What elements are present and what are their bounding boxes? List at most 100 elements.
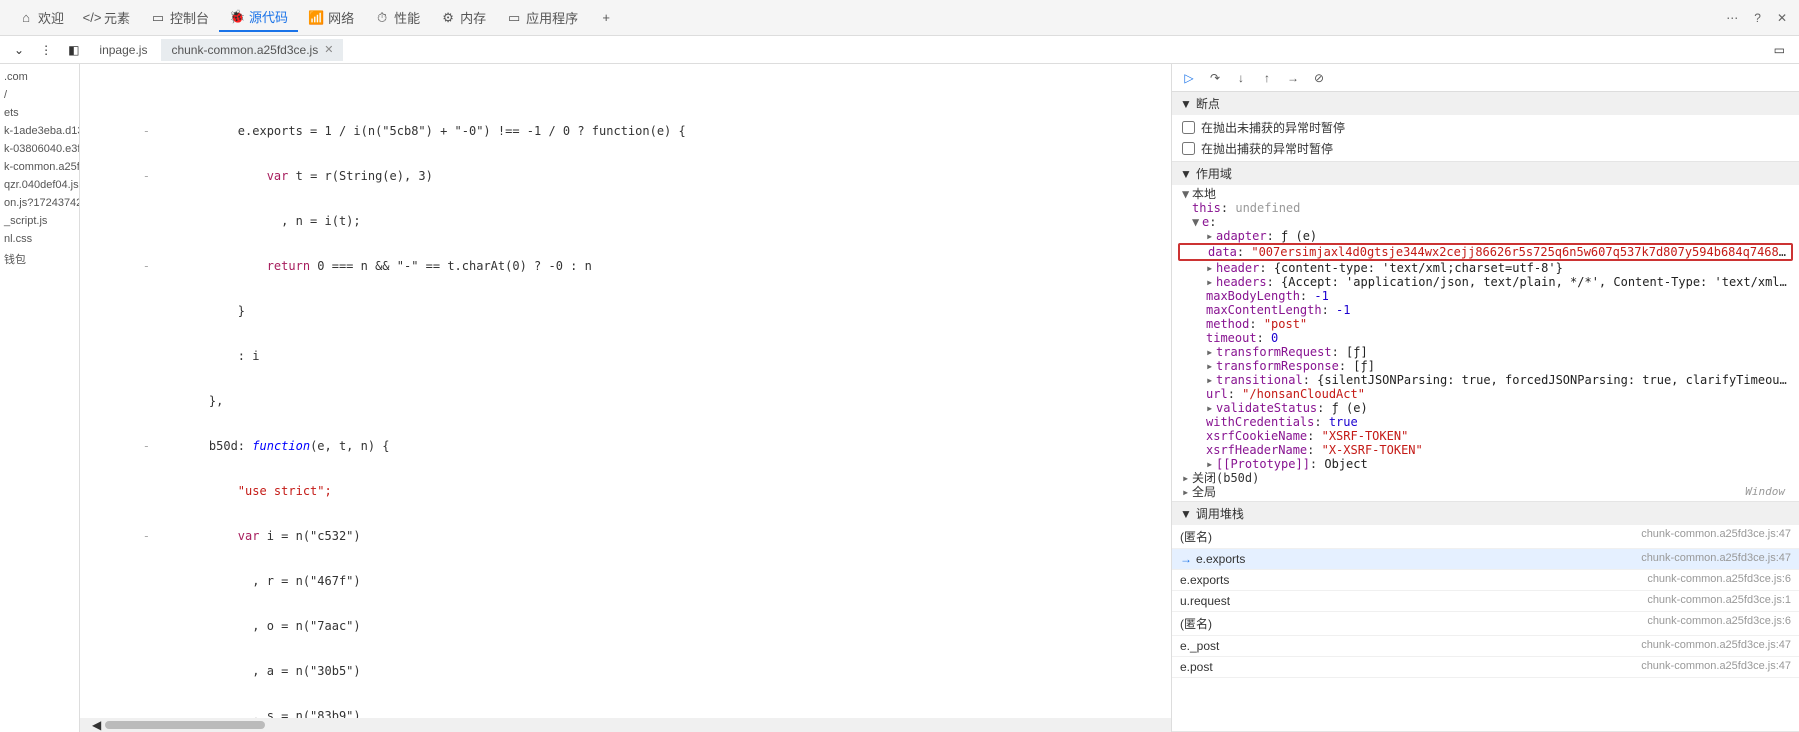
call-frame[interactable]: e._postchunk-common.a25fd3ce.js:47 (1172, 636, 1799, 657)
scope-var[interactable]: timeout: 0 (1178, 331, 1793, 345)
tab-label: 控制台 (170, 8, 209, 27)
tab-label: 性能 (394, 8, 420, 27)
tab-console[interactable]: ▭ 控制台 (140, 4, 219, 31)
tree-item[interactable]: / (0, 86, 79, 104)
tab-label: 内存 (460, 8, 486, 27)
tab-welcome[interactable]: ⌂ 欢迎 (8, 4, 74, 31)
memory-icon: ⚙ (440, 10, 456, 26)
pause-caught-checkbox[interactable] (1182, 142, 1195, 155)
more-vertical-icon[interactable]: ⋮ (34, 41, 58, 59)
close-icon[interactable]: ✕ (324, 43, 333, 56)
tree-item[interactable]: .com (0, 68, 79, 86)
tab-sources[interactable]: 🐞 源代码 (219, 3, 298, 32)
scope-var[interactable]: ▸validateStatus: ƒ (e) (1178, 401, 1793, 415)
sources-icon: 🐞 (229, 9, 245, 25)
file-tab-chunk[interactable]: chunk-common.a25fd3ce.js ✕ (161, 39, 343, 61)
section-title: 作用域 (1196, 165, 1232, 182)
scope-var[interactable]: this: undefined (1178, 201, 1793, 215)
tab-label: 网络 (328, 8, 354, 27)
scope-local[interactable]: ▼本地 (1178, 187, 1793, 201)
chevron-down-icon: ▼ (1180, 507, 1192, 521)
call-frame[interactable]: u.requestchunk-common.a25fd3ce.js:1 (1172, 591, 1799, 612)
panel-icon[interactable]: ◧ (62, 41, 85, 59)
devtools-toolbar: ⌂ 欢迎 </> 元素 ▭ 控制台 🐞 源代码 📶 网络 ⏱ 性能 ⚙ 内存 ▭ (0, 0, 1799, 36)
scope-var[interactable]: xsrfCookieName: "XSRF-TOKEN" (1178, 429, 1793, 443)
tree-item[interactable]: _script.js (0, 212, 79, 230)
chevron-down-icon: ▼ (1180, 167, 1192, 181)
tab-label: 应用程序 (526, 8, 578, 27)
tab-add[interactable]: + (588, 6, 624, 30)
scope-global[interactable]: ▸全局Window (1178, 485, 1793, 499)
debugger-pane: ▷ ↷ ↓ ↑ → ⊘ ▼ 断点 在抛出未捕获的异常时暂停 (1171, 64, 1799, 732)
scope-var[interactable]: xsrfHeaderName: "X-XSRF-TOKEN" (1178, 443, 1793, 457)
file-tree: .com / ets k-1ade3eba.d13 k-03806040.e3f… (0, 64, 80, 732)
scope-var-data[interactable]: data: "007ersimjaxl4d0gtsje344wx2cejj866… (1178, 243, 1793, 261)
scope-var[interactable]: maxContentLength: -1 (1178, 303, 1793, 317)
step-icon[interactable]: → (1282, 67, 1304, 89)
scope-var[interactable]: ▸header: {content-type: 'text/xml;charse… (1178, 261, 1793, 275)
debug-toolbar: ▷ ↷ ↓ ↑ → ⊘ (1172, 64, 1799, 92)
tree-item[interactable]: nl.css (0, 230, 79, 248)
file-tab-label: chunk-common.a25fd3ce.js (171, 43, 318, 57)
call-frame[interactable]: →e.exportschunk-common.a25fd3ce.js:47 (1172, 549, 1799, 570)
scope-var[interactable]: ▸transitional: {silentJSONParsing: true,… (1178, 373, 1793, 387)
tab-performance[interactable]: ⏱ 性能 (364, 4, 430, 31)
resume-icon[interactable]: ▷ (1178, 67, 1200, 89)
tree-item[interactable]: k-common.a25f (0, 158, 79, 176)
pause-uncaught-checkbox[interactable] (1182, 121, 1195, 134)
home-icon: ⌂ (18, 10, 34, 26)
window-label: Window (1745, 485, 1785, 499)
section-title: 断点 (1196, 95, 1220, 112)
wrap-icon[interactable]: ▭ (1768, 41, 1791, 59)
help-icon[interactable]: ? (1750, 7, 1765, 29)
arrow-icon: → (1180, 552, 1192, 566)
scope-closure[interactable]: ▸关闭(b50d) (1178, 471, 1793, 485)
scope-var[interactable]: ▸[[Prototype]]: Object (1178, 457, 1793, 471)
call-frame[interactable]: e.postchunk-common.a25fd3ce.js:47 (1172, 657, 1799, 678)
plus-icon: + (598, 10, 614, 26)
tree-item[interactable]: qzr.040def04.js (0, 176, 79, 194)
chevron-down-icon: ▼ (1180, 97, 1192, 111)
call-frame[interactable]: (匿名)chunk-common.a25fd3ce.js:47 (1172, 525, 1799, 549)
tab-label: 欢迎 (38, 8, 64, 27)
scope-var[interactable]: method: "post" (1178, 317, 1793, 331)
step-into-icon[interactable]: ↓ (1230, 67, 1252, 89)
chevron-down-icon[interactable]: ⌄ (8, 41, 30, 59)
tree-item[interactable]: 钱包 (0, 248, 79, 270)
file-tab-inpage[interactable]: inpage.js (89, 39, 157, 61)
scope-var[interactable]: maxBodyLength: -1 (1178, 289, 1793, 303)
scope-var[interactable]: ▸transformResponse: [ƒ] (1178, 359, 1793, 373)
more-icon[interactable]: ⋯ (1722, 7, 1742, 29)
tree-item[interactable]: k-03806040.e3f (0, 140, 79, 158)
tab-memory[interactable]: ⚙ 内存 (430, 4, 496, 31)
breakpoints-header[interactable]: ▼ 断点 (1172, 92, 1799, 115)
file-tab-label: inpage.js (99, 43, 147, 57)
scope-var[interactable]: ▸adapter: ƒ (e) (1178, 229, 1793, 243)
scope-var[interactable]: withCredentials: true (1178, 415, 1793, 429)
scope-var[interactable]: url: "/honsanCloudAct" (1178, 387, 1793, 401)
tree-item[interactable]: on.js?172437422 (0, 194, 79, 212)
deactivate-icon[interactable]: ⊘ (1308, 67, 1330, 89)
step-over-icon[interactable]: ↷ (1204, 67, 1226, 89)
call-frame[interactable]: (匿名)chunk-common.a25fd3ce.js:6 (1172, 612, 1799, 636)
perf-icon: ⏱ (374, 10, 390, 26)
step-out-icon[interactable]: ↑ (1256, 67, 1278, 89)
scope-var[interactable]: ▸headers: {Accept: 'application/json, te… (1178, 275, 1793, 289)
elements-icon: </> (84, 10, 100, 26)
horizontal-scrollbar[interactable]: ◀ (80, 718, 1171, 732)
close-icon[interactable]: ✕ (1773, 7, 1791, 29)
scope-header[interactable]: ▼ 作用域 (1172, 162, 1799, 185)
scope-var[interactable]: ▼e: (1178, 215, 1793, 229)
tab-network[interactable]: 📶 网络 (298, 4, 364, 31)
callstack-header[interactable]: ▼ 调用堆栈 (1172, 502, 1799, 525)
call-frame[interactable]: e.exportschunk-common.a25fd3ce.js:6 (1172, 570, 1799, 591)
console-icon: ▭ (150, 10, 166, 26)
code-editor[interactable]: - e.exports = 1 / i(n("5cb8") + "-0") !=… (80, 64, 1171, 718)
scope-var[interactable]: ▸transformRequest: [ƒ] (1178, 345, 1793, 359)
tab-application[interactable]: ▭ 应用程序 (496, 4, 588, 31)
tree-item[interactable]: ets (0, 104, 79, 122)
tab-label: 源代码 (249, 7, 288, 26)
tab-elements[interactable]: </> 元素 (74, 4, 140, 31)
checkbox-label: 在抛出未捕获的异常时暂停 (1201, 119, 1345, 136)
tree-item[interactable]: k-1ade3eba.d13 (0, 122, 79, 140)
